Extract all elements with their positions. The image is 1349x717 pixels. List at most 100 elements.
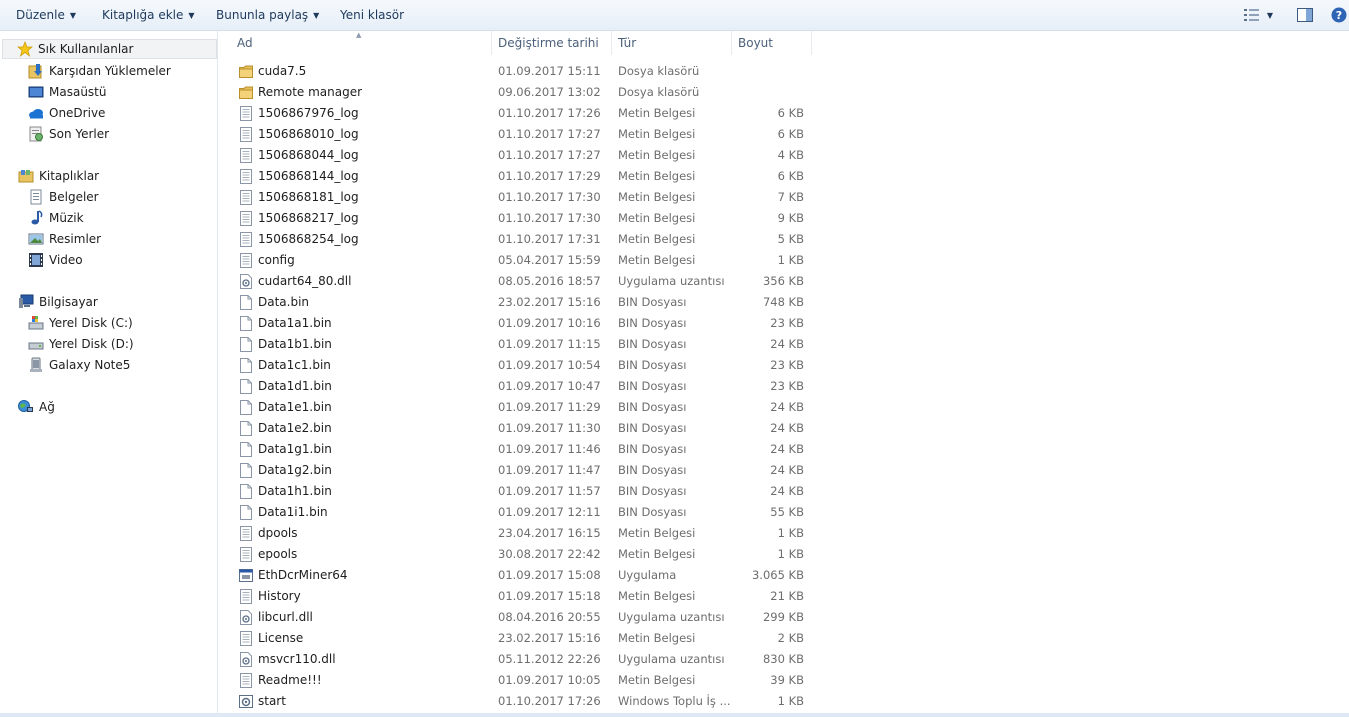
file-row[interactable]: 1506868010_log 01.10.2017 17:27 Metin Belg…	[219, 124, 819, 145]
column-divider[interactable]	[811, 31, 812, 55]
nav-item-onedrive[interactable]: OneDrive	[28, 103, 105, 123]
nav-item-disk-c[interactable]: Yerel Disk (C:)	[28, 313, 133, 333]
file-row[interactable]: EthDcrMiner64 01.09.2017 15:08 Uygulama 3.0…	[219, 565, 819, 586]
file-row[interactable]: Data1a1.bin 01.09.2017 10:16 BIN Dosyası 23…	[219, 313, 819, 334]
file-date: 01.10.2017 17:30	[498, 190, 601, 204]
portable-device-icon	[28, 357, 44, 373]
file-row[interactable]: Data1g2.bin 01.09.2017 11:47 BIN Dosyası 24…	[219, 460, 819, 481]
music-note-icon	[28, 210, 44, 226]
column-header-size[interactable]: Boyut	[738, 36, 773, 50]
nav-favorites-label: Sık Kullanılanlar	[38, 42, 134, 56]
file-row[interactable]: cuda7.5 01.09.2017 15:11 Dosya klasörü	[219, 61, 819, 82]
file-size: 1 KB	[777, 547, 804, 561]
nav-libraries[interactable]: Kitaplıklar	[18, 166, 99, 186]
file-name: Data1d1.bin	[258, 379, 332, 393]
file-type: Dosya klasörü	[618, 85, 700, 99]
nav-item-label: Video	[49, 253, 83, 267]
nav-item-music[interactable]: Müzik	[28, 208, 84, 228]
libraries-icon	[18, 168, 34, 184]
file-row[interactable]: epools 30.08.2017 22:42 Metin Belgesi 1 KB	[219, 544, 819, 565]
blank-file-icon	[239, 358, 253, 373]
column-divider[interactable]	[491, 31, 492, 55]
nav-network[interactable]: Ağ	[18, 397, 55, 417]
nav-item-label: Resimler	[49, 232, 102, 246]
view-options-button[interactable]: ▼	[1240, 6, 1276, 24]
file-date: 01.10.2017 17:29	[498, 169, 601, 183]
column-divider[interactable]	[731, 31, 732, 55]
organize-label: Düzenle	[16, 8, 65, 22]
file-row[interactable]: License 23.02.2017 15:16 Metin Belgesi 2 KB	[219, 628, 819, 649]
file-row[interactable]: 1506868144_log 01.10.2017 17:29 Metin Belg…	[219, 166, 819, 187]
details-view-icon	[1243, 9, 1259, 21]
new-folder-button[interactable]: Yeni klasör	[340, 8, 404, 22]
column-header-date[interactable]: Değiştirme tarihi	[498, 36, 599, 50]
file-row[interactable]: 1506868254_log 01.10.2017 17:31 Metin Belg…	[219, 229, 819, 250]
file-size: 24 KB	[770, 400, 804, 414]
file-date: 23.04.2017 16:15	[498, 526, 601, 540]
file-name: epools	[258, 547, 298, 561]
blank-file-icon	[239, 295, 253, 310]
file-row[interactable]: Data1e1.bin 01.09.2017 11:29 BIN Dosyası 24…	[219, 397, 819, 418]
help-button[interactable]: ?	[1330, 6, 1348, 24]
file-row[interactable]: 1506867976_log 01.10.2017 17:26 Metin Belg…	[219, 103, 819, 124]
nav-item-disk-d[interactable]: Yerel Disk (D:)	[28, 334, 134, 354]
nav-item-downloads[interactable]: Karşıdan Yüklemeler	[28, 61, 171, 81]
nav-item-videos[interactable]: Video	[28, 250, 83, 270]
file-row[interactable]: Data1d1.bin 01.09.2017 10:47 BIN Dosyası 23…	[219, 376, 819, 397]
file-row[interactable]: config 05.04.2017 15:59 Metin Belgesi 1 KB	[219, 250, 819, 271]
file-row[interactable]: Data1h1.bin 01.09.2017 11:57 BIN Dosyası 24…	[219, 481, 819, 502]
share-with-button[interactable]: Bununla paylaş ▼	[216, 8, 319, 22]
file-type: Metin Belgesi	[618, 589, 696, 603]
file-date: 01.09.2017 10:16	[498, 316, 601, 330]
nav-item-recent-places[interactable]: Son Yerler	[28, 124, 109, 144]
cloud-icon	[28, 105, 44, 121]
nav-favorites[interactable]: Sık Kullanılanlar	[2, 39, 217, 59]
column-header-name-label: Ad	[237, 36, 253, 50]
file-row[interactable]: Remote manager 09.06.2017 13:02 Dosya klas…	[219, 82, 819, 103]
recent-places-icon	[28, 126, 44, 142]
file-row[interactable]: libcurl.dll 08.04.2016 20:55 Uygulama uzan…	[219, 607, 819, 628]
file-row[interactable]: Data1i1.bin 01.09.2017 12:11 BIN Dosyası 55…	[219, 502, 819, 523]
column-header-type[interactable]: Tür	[618, 36, 636, 50]
file-row[interactable]: 1506868181_log 01.10.2017 17:30 Metin Belg…	[219, 187, 819, 208]
file-name: Data1g2.bin	[258, 463, 332, 477]
file-row[interactable]: Data1c1.bin 01.09.2017 10:54 BIN Dosyası 23…	[219, 355, 819, 376]
file-name: Data1g1.bin	[258, 442, 332, 456]
file-row[interactable]: Data.bin 23.02.2017 15:16 BIN Dosyası 748 K…	[219, 292, 819, 313]
file-name: 1506868044_log	[258, 148, 359, 162]
file-row[interactable]: dpools 23.04.2017 16:15 Metin Belgesi 1 KB	[219, 523, 819, 544]
nav-item-desktop[interactable]: Masaüstü	[28, 82, 106, 102]
file-row[interactable]: History 01.09.2017 15:18 Metin Belgesi 21 K…	[219, 586, 819, 607]
file-name: 1506868010_log	[258, 127, 359, 141]
chevron-down-icon: ▼	[1266, 10, 1274, 20]
file-row[interactable]: Data1b1.bin 01.09.2017 11:15 BIN Dosyası 24…	[219, 334, 819, 355]
file-row[interactable]: Data1e2.bin 01.09.2017 11:30 BIN Dosyası 24…	[219, 418, 819, 439]
file-type: BIN Dosyası	[618, 421, 687, 435]
dll-file-icon	[239, 274, 253, 289]
file-date: 01.10.2017 17:30	[498, 211, 601, 225]
pictures-icon	[28, 231, 44, 247]
file-row[interactable]: cudart64_80.dll 08.05.2016 18:57 Uygulama …	[219, 271, 819, 292]
file-row[interactable]: 1506868044_log 01.10.2017 17:27 Metin Belg…	[219, 145, 819, 166]
file-date: 23.02.2017 15:16	[498, 631, 601, 645]
nav-item-pictures[interactable]: Resimler	[28, 229, 101, 249]
column-header-name[interactable]: Ad	[237, 36, 253, 50]
organize-button[interactable]: Düzenle ▼	[16, 8, 76, 22]
file-row[interactable]: start 01.10.2017 17:26 Windows Toplu İş ..…	[219, 691, 819, 712]
nav-item-galaxy-note5[interactable]: Galaxy Note5	[28, 355, 130, 375]
file-type: BIN Dosyası	[618, 484, 687, 498]
preview-pane-icon	[1297, 8, 1313, 22]
file-date: 01.09.2017 15:11	[498, 64, 601, 78]
text-file-icon	[239, 169, 253, 184]
nav-computer[interactable]: Bilgisayar	[18, 292, 98, 312]
file-row[interactable]: msvcr110.dll 05.11.2012 22:26 Uygulama uza…	[219, 649, 819, 670]
file-row[interactable]: Data1g1.bin 01.09.2017 11:46 BIN Dosyası 24…	[219, 439, 819, 460]
nav-item-documents[interactable]: Belgeler	[28, 187, 99, 207]
column-divider[interactable]	[611, 31, 612, 55]
file-row[interactable]: Readme!!! 01.09.2017 10:05 Metin Belgesi 39…	[219, 670, 819, 691]
file-row[interactable]: 1506868217_log 01.10.2017 17:30 Metin Belg…	[219, 208, 819, 229]
add-to-library-button[interactable]: Kitaplığa ekle ▼	[102, 8, 195, 22]
file-date: 01.09.2017 11:57	[498, 484, 601, 498]
preview-pane-button[interactable]	[1296, 6, 1314, 24]
file-type: Uygulama uzantısı	[618, 274, 725, 288]
